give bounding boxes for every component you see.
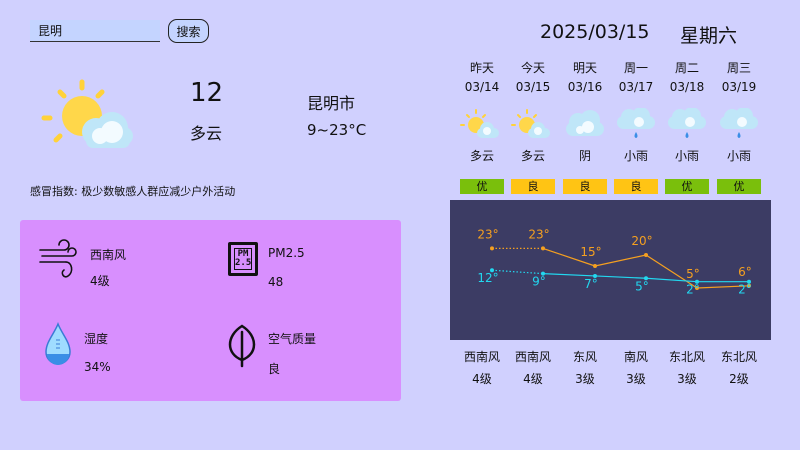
light-rain-icon xyxy=(617,108,655,138)
forecast-day-label: 周三 xyxy=(726,61,751,75)
forecast-date-label: 03/16 xyxy=(567,80,603,94)
high-temp-point xyxy=(541,246,545,251)
current-temperature: 12 xyxy=(190,78,224,108)
high-temp-data-label: 23° xyxy=(477,227,498,241)
low-temp-data-label: 12° xyxy=(477,271,498,285)
humidity-value: 34% xyxy=(84,360,111,374)
high-temp-line-segment xyxy=(594,254,647,267)
cloud-icon xyxy=(566,110,604,136)
forecast-date-label: 03/15 xyxy=(515,80,551,94)
forecast-wind-direction: 南风 xyxy=(623,350,648,364)
temperature-chart: 23° 23° 15° 20° 5° 6° 12° 9° 7° 5° 2° 2° xyxy=(477,227,752,297)
forecast-wind-level: 3级 xyxy=(626,372,646,386)
forecast-wind-direction: 东风 xyxy=(572,350,597,364)
wind-direction-label: 西南风 xyxy=(90,248,127,262)
air-quality-label: 空气质量 xyxy=(268,332,317,346)
humidity-label: 湿度 xyxy=(84,332,109,346)
aqi-badge: 优 xyxy=(460,179,504,194)
high-temp-data-label: 23° xyxy=(528,227,549,241)
low-temp-line-segment xyxy=(594,275,647,279)
search-input[interactable] xyxy=(30,20,160,42)
forecast-wind-direction: 东北风 xyxy=(720,350,757,364)
aqi-badge: 良 xyxy=(511,179,555,194)
low-temp-data-label: 2° xyxy=(686,283,700,297)
wind-icon xyxy=(39,239,77,278)
high-temp-data-label: 6° xyxy=(738,265,752,279)
humidity-drop-icon xyxy=(45,322,71,365)
forecast-condition-label: 多云 xyxy=(520,149,545,163)
forecast-date-label: 03/17 xyxy=(618,80,654,94)
forecast-day-label: 周二 xyxy=(674,61,699,75)
forecast-wind-level: 4级 xyxy=(472,372,492,386)
city-name: 昆明市 xyxy=(307,94,356,113)
current-condition: 多云 xyxy=(190,124,223,143)
pm25-label: PM2.5 xyxy=(268,246,305,260)
wind-level-value: 4级 xyxy=(90,274,110,288)
low-temp-line-segment xyxy=(542,273,596,277)
pm25-icon: PM 2.5 xyxy=(228,242,258,276)
partly-cloudy-icon xyxy=(41,79,133,148)
partly-cloudy-icon xyxy=(511,109,550,138)
low-temp-data-label: 7° xyxy=(584,277,598,291)
light-rain-icon xyxy=(668,108,706,138)
forecast-condition-label: 小雨 xyxy=(726,149,751,163)
forecast-wind-level: 2级 xyxy=(729,372,749,386)
forecast-condition-label: 小雨 xyxy=(623,149,648,163)
forecast-day-label: 今天 xyxy=(520,61,545,75)
aqi-badge: 优 xyxy=(665,179,709,194)
forecast-day-label: 周一 xyxy=(623,61,648,75)
forecast-date-label: 03/18 xyxy=(669,80,705,94)
low-temp-line-segment xyxy=(491,269,544,275)
light-rain-icon xyxy=(720,108,758,138)
high-temp-point xyxy=(644,253,648,257)
forecast-wind-direction: 西南风 xyxy=(514,350,551,364)
high-temp-data-label: 5° xyxy=(686,267,700,281)
low-temp-data-label: 2° xyxy=(738,283,752,297)
forecast-condition-label: 小雨 xyxy=(674,149,699,163)
forecast-wind-level: 4级 xyxy=(523,372,543,386)
air-quality-value: 良 xyxy=(268,362,281,376)
low-temp-data-label: 9° xyxy=(532,275,546,289)
aqi-badge: 优 xyxy=(717,179,761,194)
forecast-wind-level: 3级 xyxy=(575,372,595,386)
forecast-wind-direction: 东北风 xyxy=(668,350,705,364)
current-weekday: 星期六 xyxy=(680,25,738,47)
high-temp-data-label: 15° xyxy=(580,245,601,259)
aqi-badge: 良 xyxy=(563,179,607,194)
forecast-condition-label: 阴 xyxy=(578,149,591,163)
leaf-icon xyxy=(228,324,256,368)
forecast-wind-level: 3级 xyxy=(677,372,697,386)
search-button[interactable]: 搜索 xyxy=(168,19,209,43)
forecast-condition-label: 多云 xyxy=(469,149,494,163)
high-temp-point xyxy=(593,264,597,268)
forecast-day-label: 昨天 xyxy=(469,61,494,75)
cold-index: 感冒指数: 极少数敏感人群应减少户外活动 xyxy=(30,185,236,198)
current-date: 2025/03/15 xyxy=(540,21,650,43)
low-temp-data-label: 5° xyxy=(635,279,649,293)
temperature-range: 9~23°C xyxy=(307,121,367,139)
aqi-badge: 良 xyxy=(614,179,658,194)
forecast-day-label: 明天 xyxy=(572,61,597,75)
forecast-date-label: 03/14 xyxy=(464,80,500,94)
pm25-value: 48 xyxy=(268,275,284,289)
high-temp-data-label: 20° xyxy=(631,234,652,248)
partly-cloudy-icon xyxy=(460,109,499,138)
forecast-date-label: 03/19 xyxy=(721,80,757,94)
forecast-wind-direction: 西南风 xyxy=(463,350,500,364)
high-temp-point xyxy=(490,246,494,251)
